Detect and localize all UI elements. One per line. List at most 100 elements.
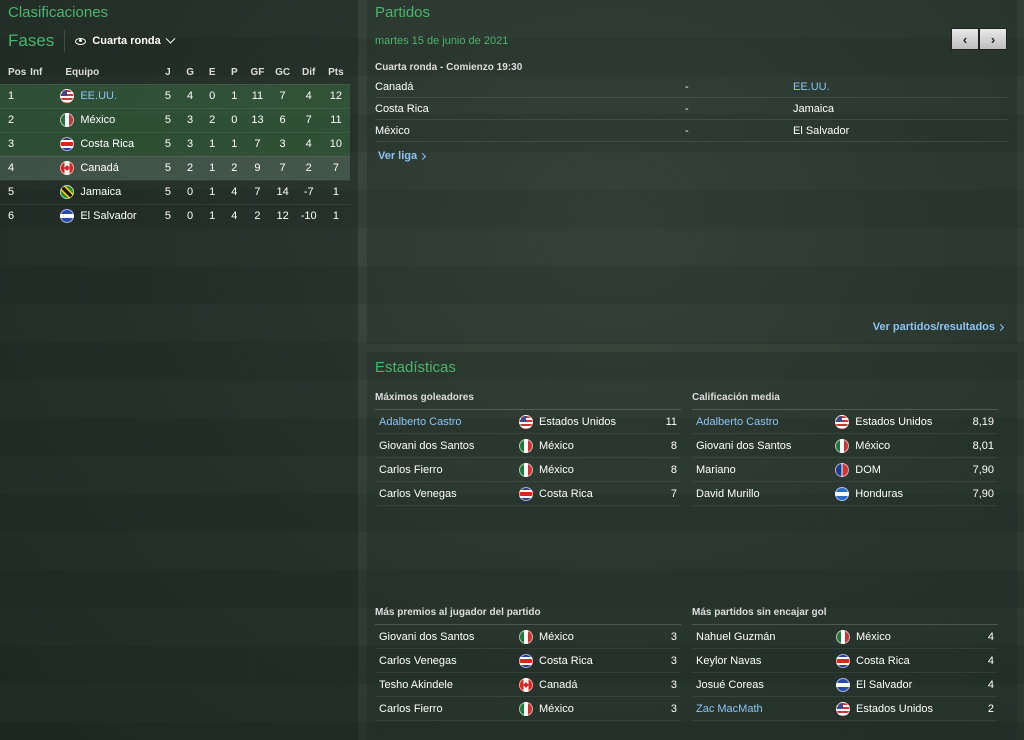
table-row[interactable]: 1 EE.UU. 5 4 0 1 11 7 4 12 [0, 83, 350, 108]
player-name[interactable]: Mariano [696, 464, 835, 476]
list-item[interactable]: Giovani dos Santos México 8,01 [692, 434, 998, 458]
view-results-link[interactable]: Ver partidos/resultados [873, 321, 1005, 333]
stat-value: 3 [670, 654, 677, 667]
team-name[interactable]: Estados Unidos [539, 416, 616, 428]
team-name[interactable]: Canadá [80, 162, 119, 174]
col-p[interactable]: P [223, 62, 245, 84]
col-e[interactable]: E [201, 62, 223, 84]
col-dif[interactable]: Dif [296, 62, 322, 84]
team-name[interactable]: México [855, 440, 890, 452]
col-g[interactable]: G [179, 62, 201, 84]
table-row[interactable]: 5 Jamaica 5 0 1 4 7 14 -7 1 [0, 179, 350, 204]
next-day-button[interactable]: › [979, 28, 1007, 50]
team-name[interactable]: Canadá [539, 679, 578, 691]
list-item[interactable]: Carlos Fierro México 8 [375, 458, 681, 482]
col-inf[interactable]: Inf [30, 62, 60, 84]
prev-day-button[interactable]: ‹ [951, 28, 979, 50]
table-row[interactable]: 3 Costa Rica 5 3 1 1 7 3 4 10 [0, 131, 350, 156]
stats-panel: Estadísticas Máximos goleadores Adalbert… [367, 352, 1017, 740]
team-cell[interactable]: México [60, 113, 157, 127]
list-item[interactable]: Nahuel Guzmán México 4 [692, 625, 998, 649]
team-name[interactable]: Honduras [855, 488, 903, 500]
view-league-link[interactable]: Ver liga [378, 150, 427, 162]
team-name[interactable]: México [539, 703, 574, 715]
panel-title: Clasificaciones [8, 4, 109, 21]
player-name[interactable]: David Murillo [696, 488, 835, 500]
matches-panel: Partidos martes 15 de junio de 2021 ‹ › … [367, 0, 1017, 344]
list-item[interactable]: Carlos Venegas Costa Rica 3 [375, 649, 681, 673]
list-item[interactable]: David Murillo Honduras 7,90 [692, 482, 998, 506]
team-name[interactable]: México [856, 631, 891, 643]
player-name[interactable]: Carlos Venegas [379, 488, 519, 500]
player-name[interactable]: Carlos Fierro [379, 703, 519, 715]
table-row[interactable]: 6 El Salvador 5 0 1 4 2 12 -10 1 [0, 203, 350, 228]
round-dropdown[interactable]: Cuarta ronda [75, 33, 176, 47]
list-item[interactable]: Giovani dos Santos México 8 [375, 434, 681, 458]
team-name[interactable]: Costa Rica [856, 655, 910, 667]
player-name[interactable]: Zac MacMath [696, 703, 836, 715]
team-name[interactable]: México [539, 631, 574, 643]
list-item[interactable]: Carlos Venegas Costa Rica 7 [375, 482, 681, 506]
team-name[interactable]: Jamaica [80, 186, 121, 198]
stat-cell: 7 [269, 83, 296, 108]
team-name[interactable]: El Salvador [856, 679, 912, 691]
team-name[interactable]: Estados Unidos [855, 416, 932, 428]
team-cell[interactable]: El Salvador [60, 209, 157, 224]
match-row[interactable]: México - El Salvador [375, 120, 1008, 142]
table-row[interactable]: 2 México 5 3 2 0 13 6 7 11 [0, 107, 350, 132]
away-team[interactable]: Jamaica [793, 103, 1008, 115]
player-name[interactable]: Giovani dos Santos [379, 631, 519, 643]
team-name[interactable]: El Salvador [80, 210, 136, 222]
player-name[interactable]: Giovani dos Santos [696, 440, 835, 452]
away-team[interactable]: EE.UU. [793, 81, 1008, 93]
player-name[interactable]: Adalberto Castro [379, 416, 519, 428]
team-name[interactable]: Costa Rica [80, 138, 134, 150]
team-cell[interactable]: EE.UU. [60, 89, 157, 103]
home-team[interactable]: Canadá [375, 81, 685, 93]
col-j[interactable]: J [157, 62, 179, 84]
pos-cell: 3 [0, 131, 31, 156]
team-name[interactable]: EE.UU. [80, 90, 117, 102]
list-item[interactable]: Adalberto Castro Estados Unidos 11 [375, 410, 681, 434]
team-cell[interactable]: Jamaica [60, 185, 157, 199]
player-name[interactable]: Carlos Venegas [379, 655, 519, 667]
match-row[interactable]: Costa Rica - Jamaica [375, 98, 1008, 120]
fases-label: Fases [8, 31, 55, 50]
list-item[interactable]: Zac MacMath Estados Unidos 2 [692, 697, 998, 721]
col-pts[interactable]: Pts [322, 62, 350, 84]
player-name[interactable]: Josué Coreas [696, 679, 836, 691]
team-cell[interactable]: Costa Rica [60, 137, 157, 151]
col-team[interactable]: Equipo [60, 62, 157, 84]
team-name[interactable]: Costa Rica [539, 655, 593, 667]
player-name[interactable]: Tesho Akindele [379, 679, 519, 691]
match-row[interactable]: Canadá - EE.UU. [375, 76, 1008, 98]
usa-flag-icon [60, 89, 75, 103]
list-item[interactable]: Adalberto Castro Estados Unidos 8,19 [692, 410, 998, 434]
player-name[interactable]: Carlos Fierro [379, 464, 519, 476]
team-name[interactable]: Costa Rica [539, 488, 593, 500]
home-team[interactable]: Costa Rica [375, 103, 685, 115]
list-item[interactable]: Keylor Navas Costa Rica 4 [692, 649, 998, 673]
home-team[interactable]: México [375, 125, 685, 137]
team-name[interactable]: México [539, 440, 574, 452]
team-name[interactable]: México [80, 114, 115, 126]
list-item[interactable]: Tesho Akindele Canadá 3 [375, 673, 681, 697]
team-cell[interactable]: Canadá [60, 161, 157, 175]
col-pos[interactable]: Pos [0, 62, 30, 84]
col-gc[interactable]: GC [270, 62, 296, 84]
table-row[interactable]: 4 Canadá 5 2 1 2 9 7 2 7 [0, 155, 350, 180]
away-team[interactable]: El Salvador [793, 125, 1008, 137]
list-item[interactable]: Mariano DOM 7,90 [692, 458, 998, 482]
team-name[interactable]: DOM [855, 464, 881, 476]
team-name[interactable]: Estados Unidos [856, 703, 933, 715]
col-gf[interactable]: GF [245, 62, 269, 84]
team-name[interactable]: México [539, 464, 574, 476]
player-name[interactable]: Giovani dos Santos [379, 440, 519, 452]
list-item[interactable]: Carlos Fierro México 3 [375, 697, 681, 721]
player-name[interactable]: Adalberto Castro [696, 416, 835, 428]
player-name[interactable]: Keylor Navas [696, 655, 836, 667]
list-item[interactable]: Giovani dos Santos México 3 [375, 625, 681, 649]
list-item[interactable]: Josué Coreas El Salvador 4 [692, 673, 998, 697]
player-name[interactable]: Nahuel Guzmán [696, 631, 836, 643]
stat-cell: 1 [223, 83, 246, 108]
